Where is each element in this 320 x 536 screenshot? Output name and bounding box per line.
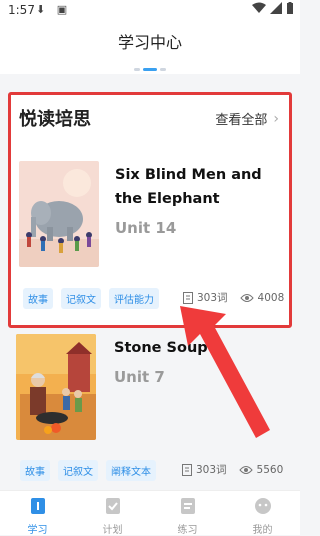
word-count: 303词 xyxy=(182,462,227,477)
word-count-text: 303词 xyxy=(196,464,227,476)
battery-icon xyxy=(287,2,293,14)
view-count-text: 4008 xyxy=(257,291,285,304)
view-count: 5560 xyxy=(238,463,284,476)
word-count-text: 303词 xyxy=(197,292,228,304)
view-all-label: 查看全部 xyxy=(215,113,268,128)
signal-icon xyxy=(270,2,282,14)
profile-icon xyxy=(254,498,271,514)
bottom-tab-bar: 学习 计划 练习 我的 xyxy=(0,490,300,536)
tab-profile[interactable]: 我的 xyxy=(233,491,293,536)
status-bar: 1:57 ⬇ ▣ xyxy=(0,0,300,22)
book-unit: Unit 7 xyxy=(114,368,165,386)
header: 学习中心 xyxy=(0,22,300,74)
tag[interactable]: 记叙文 xyxy=(61,288,101,309)
system-icons xyxy=(252,2,294,14)
book-icon xyxy=(183,291,193,304)
section-title: 悦读培思 xyxy=(19,109,91,130)
page-dot xyxy=(134,68,140,71)
wifi-icon xyxy=(252,2,266,13)
view-count-text: 5560 xyxy=(256,463,284,476)
book-unit: Unit 14 xyxy=(115,219,177,237)
page-dot-active xyxy=(143,68,157,71)
word-count: 303词 xyxy=(183,290,228,305)
book-title[interactable]: Six Blind Men and the Elephant xyxy=(115,163,285,211)
book-tags: 故事 记叙文 评估能力 xyxy=(23,288,159,309)
chevron-right-icon: › xyxy=(273,110,279,127)
book-cover-elephant[interactable] xyxy=(19,161,99,267)
stone-soup-illustration xyxy=(16,334,96,440)
tag[interactable]: 阐释文本 xyxy=(106,460,156,481)
view-count: 4008 xyxy=(239,291,285,304)
view-all-link[interactable]: 查看全部 › xyxy=(215,109,279,129)
page-dot xyxy=(160,68,166,71)
category-tabs xyxy=(10,50,290,64)
elephant-illustration xyxy=(19,161,99,267)
plan-icon xyxy=(105,498,120,514)
tag[interactable]: 评估能力 xyxy=(109,288,159,309)
tab-study[interactable]: 学习 xyxy=(8,491,68,536)
book-icon xyxy=(182,463,192,476)
eye-icon xyxy=(238,465,253,474)
reading-section-card: 悦读培思 查看全部 › Six Blind Men and the Elepha… xyxy=(8,92,292,328)
tag[interactable]: 故事 xyxy=(23,288,53,309)
book-title[interactable]: Stone Soup xyxy=(114,336,284,360)
book-stats: 303词 4008 xyxy=(183,290,284,305)
book-cover-stone-soup[interactable] xyxy=(16,334,96,440)
study-icon xyxy=(30,498,45,514)
book-stats: 303词 5560 xyxy=(182,462,283,477)
tag[interactable]: 故事 xyxy=(20,460,50,481)
status-time: 1:57 xyxy=(8,3,35,17)
notification-icons: ⬇ ▣ xyxy=(36,3,72,16)
tab-plan[interactable]: 计划 xyxy=(83,491,143,536)
tab-practice[interactable]: 练习 xyxy=(158,491,218,536)
tag[interactable]: 记叙文 xyxy=(58,460,98,481)
eye-icon xyxy=(239,293,254,302)
page-indicator xyxy=(0,68,300,71)
practice-icon xyxy=(180,498,195,514)
book-tags: 故事 记叙文 阐释文本 xyxy=(20,460,156,481)
